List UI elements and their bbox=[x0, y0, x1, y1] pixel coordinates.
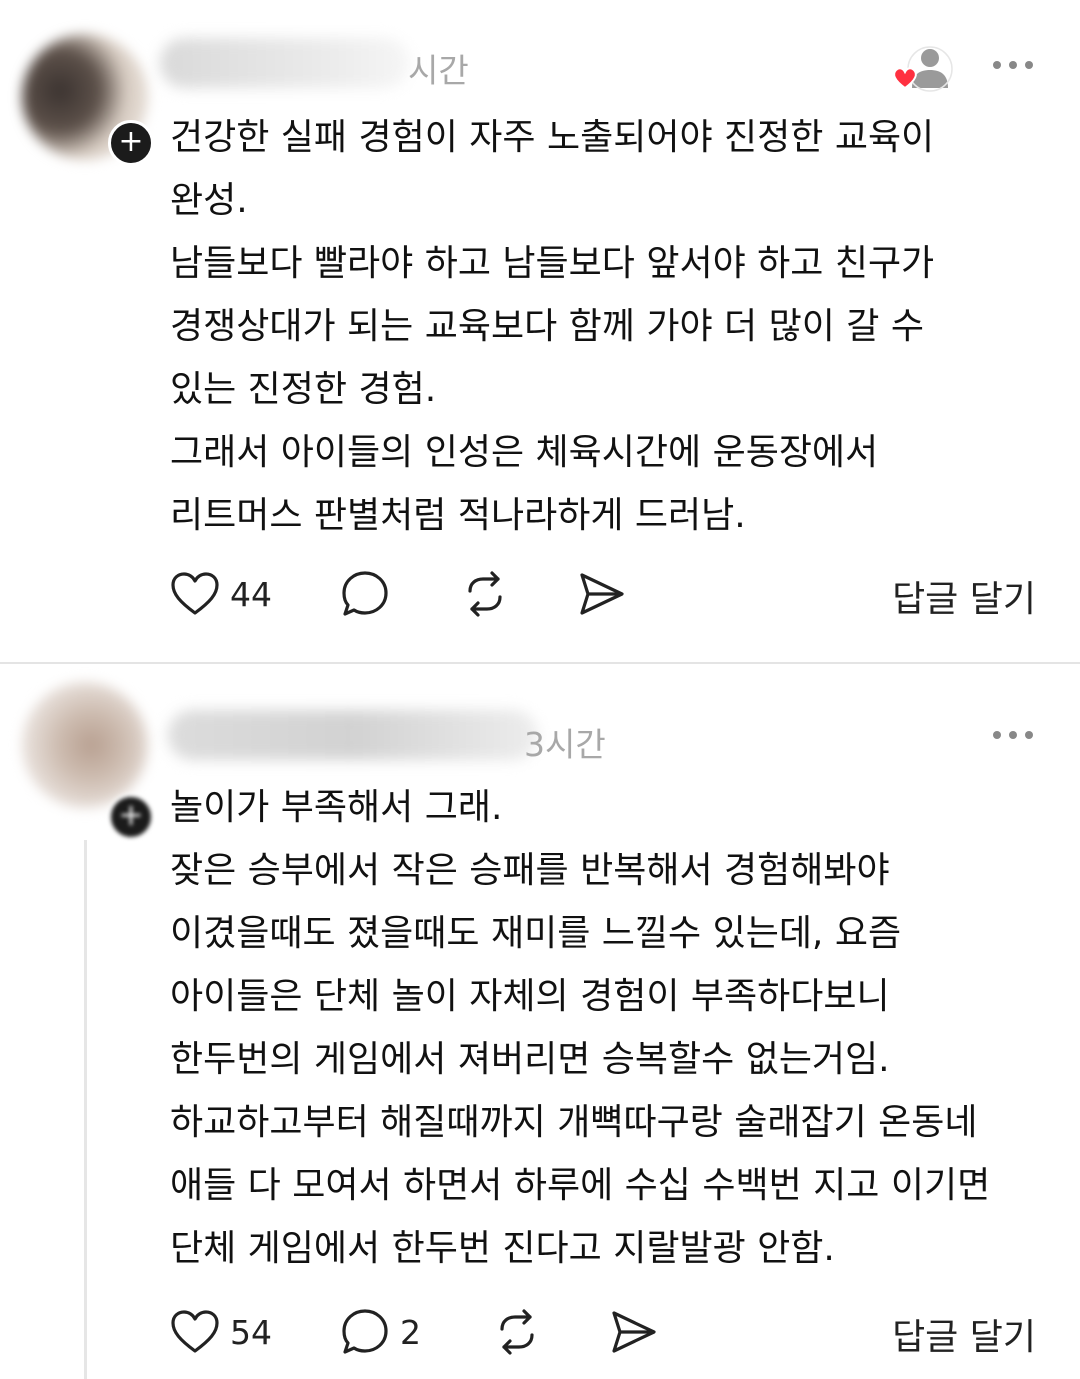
post: + 3시간 놀이가 부족해서 그래. 잦은 승부에서 작은 승패를 반복해서 경… bbox=[0, 664, 1080, 1379]
body-line: 완성. bbox=[170, 180, 248, 221]
reply-button[interactable]: 답글 달기 bbox=[892, 1308, 1036, 1360]
body-line: 남들보다 빨라야 하고 남들보다 앞서야 하고 친구가 bbox=[170, 243, 935, 284]
post-time: 3시간 bbox=[524, 725, 606, 764]
comment-button[interactable]: 2 bbox=[340, 1304, 421, 1360]
body-line: 그래서 아이들의 인성은 체육시간에 운동장에서 bbox=[170, 432, 879, 473]
body-line: 있는 진정한 경험. bbox=[170, 369, 437, 410]
body-line: 이겼을때도 졌을때도 재미를 느낄수 있는데, 요즘 bbox=[170, 913, 902, 954]
more-icon[interactable] bbox=[990, 58, 1036, 72]
body-line: 경쟁상대가 되는 교육보다 함께 가야 더 많이 갈 수 bbox=[170, 306, 924, 347]
share-button[interactable] bbox=[608, 1304, 658, 1360]
follow-icon[interactable]: + bbox=[108, 794, 154, 840]
more-icon[interactable] bbox=[990, 728, 1036, 742]
post: + 시간 건강한 실패 경험이 자주 노출되어야 진정한 교육이 완성. 남들보… bbox=[0, 0, 1080, 662]
comment-count: 2 bbox=[400, 1312, 421, 1352]
like-button[interactable]: 54 bbox=[170, 1304, 272, 1360]
body-line: 애들 다 모여서 하면서 하루에 수십 수백번 지고 이기면 bbox=[170, 1165, 991, 1206]
heart-badge-icon bbox=[893, 46, 953, 92]
body-line: 하교하고부터 해질때까지 개뼉따구랑 술래잡기 온동네 bbox=[170, 1102, 978, 1143]
heart-icon bbox=[171, 1310, 219, 1353]
body-line: 단체 게임에서 한두번 진다고 지랄발광 안함. bbox=[170, 1228, 835, 1269]
like-count: 44 bbox=[230, 574, 272, 614]
post-body: 건강한 실패 경험이 자주 노출되어야 진정한 교육이 완성. 남들보다 빨라야… bbox=[170, 106, 1050, 547]
post-time: 시간 bbox=[408, 51, 469, 90]
body-line: 리트머스 판별처럼 적나라하게 드러남. bbox=[170, 495, 746, 536]
share-button[interactable] bbox=[576, 566, 626, 622]
body-line: 아이들은 단체 놀이 자체의 경험이 부족하다보니 bbox=[170, 976, 890, 1017]
reply-button[interactable]: 답글 달기 bbox=[892, 570, 1036, 622]
body-line: 놀이가 부족해서 그래. bbox=[170, 787, 503, 828]
body-line: 건강한 실패 경험이 자주 노출되어야 진정한 교육이 bbox=[170, 117, 935, 158]
repost-icon bbox=[468, 571, 502, 617]
thread-line bbox=[84, 840, 87, 1379]
heart-icon bbox=[171, 572, 219, 615]
comment-button[interactable] bbox=[340, 566, 400, 622]
like-button[interactable]: 44 bbox=[170, 566, 272, 622]
action-bar: 44 답글 달기 bbox=[170, 566, 1050, 622]
send-icon bbox=[612, 1311, 656, 1353]
body-line: 잦은 승부에서 작은 승패를 반복해서 경험해봐야 bbox=[170, 850, 890, 891]
repost-icon bbox=[500, 1309, 534, 1355]
username-blurred[interactable] bbox=[160, 38, 410, 88]
repost-button[interactable] bbox=[460, 566, 510, 622]
action-bar: 54 2 답글 달기 bbox=[170, 1304, 1050, 1360]
like-count: 54 bbox=[230, 1312, 272, 1352]
post-body: 놀이가 부족해서 그래. 잦은 승부에서 작은 승패를 반복해서 경험해봐야 이… bbox=[170, 776, 1050, 1280]
avatar[interactable] bbox=[22, 682, 148, 808]
username-blurred[interactable] bbox=[168, 710, 538, 760]
body-line: 한두번의 게임에서 져버리면 승복할수 없는거임. bbox=[170, 1039, 890, 1080]
send-icon bbox=[580, 573, 624, 615]
follow-icon[interactable]: + bbox=[108, 120, 154, 166]
comment-icon bbox=[342, 571, 388, 616]
repost-button[interactable] bbox=[492, 1304, 542, 1360]
comment-icon bbox=[342, 1309, 388, 1354]
